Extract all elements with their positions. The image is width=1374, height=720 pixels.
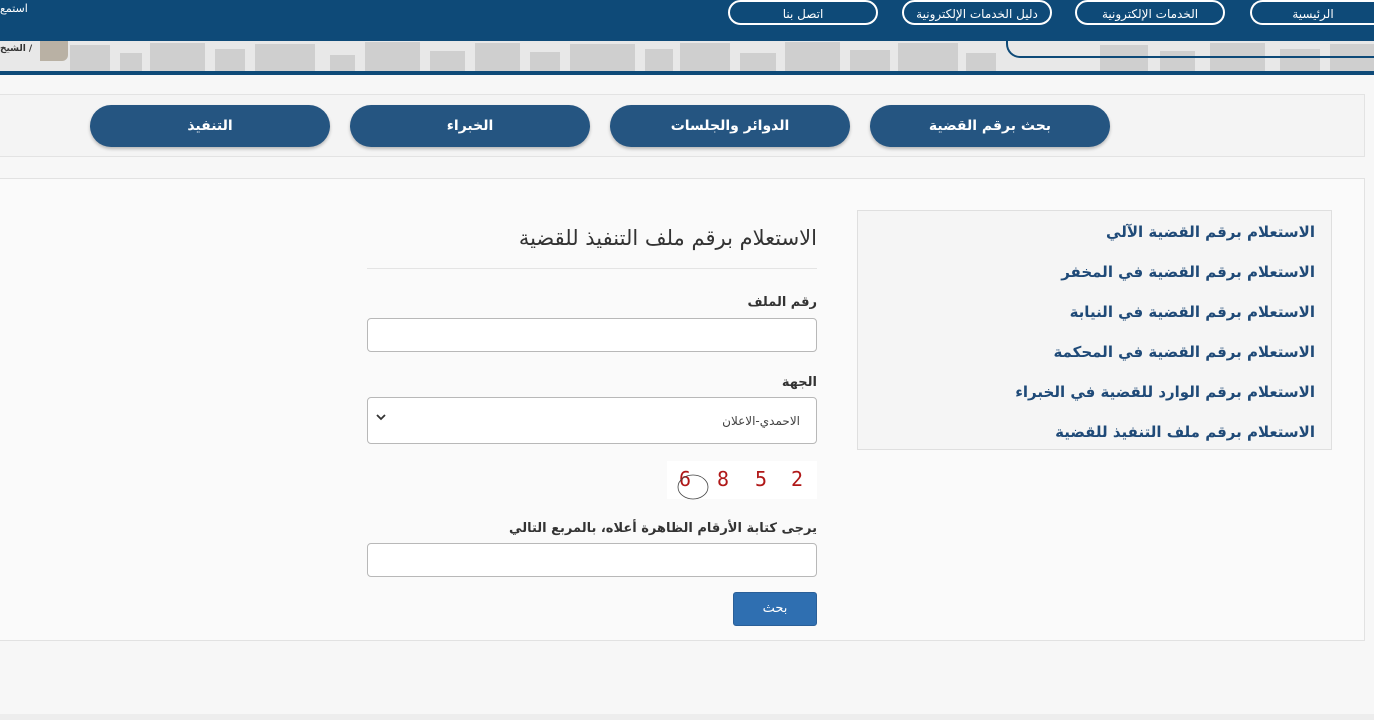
captcha-digit: 2 — [791, 467, 804, 491]
nav-e-services[interactable]: الخدمات الإلكترونية — [1075, 0, 1225, 25]
captcha-label: يرجى كتابة الأرقام الظاهرة أعلاه، بالمرب… — [509, 521, 817, 536]
tab-experts[interactable]: الخبراء — [350, 105, 590, 147]
captcha-noise — [677, 474, 709, 500]
nav-home[interactable]: الرئيسية — [1250, 0, 1374, 25]
captcha-digit: 5 — [755, 467, 768, 491]
authority-label: الجهة — [781, 375, 817, 390]
footer-strip — [0, 714, 1374, 720]
file-number-input[interactable] — [367, 318, 817, 352]
link-experts-incoming[interactable]: الاستعلام برقم الوارد للقضية في الخبراء — [1015, 383, 1315, 401]
banner-image — [40, 41, 68, 61]
header-divider — [0, 71, 1374, 75]
search-button[interactable]: بحث — [733, 592, 817, 626]
link-auto-case-number[interactable]: الاستعلام برقم القضية الآلي — [1106, 223, 1315, 241]
link-prosecution[interactable]: الاستعلام برقم القضية في النيابة — [1070, 303, 1315, 321]
link-police-station[interactable]: الاستعلام برقم القضية في المخفر — [1061, 263, 1315, 281]
inquiry-menu: الاستعلام برقم القضية الآلي الاستعلام بر… — [857, 210, 1332, 450]
link-court[interactable]: الاستعلام برقم القضية في المحكمة — [1053, 343, 1315, 361]
nav-contact-us[interactable]: اتصل بنا — [728, 0, 878, 25]
tab-search-by-case-number[interactable]: بحث برقم القضية — [870, 105, 1110, 147]
authority-selected-value: الاحمدي-الاعلان — [722, 414, 800, 428]
authority-select[interactable]: الاحمدي-الاعلان — [367, 397, 817, 444]
listen-button[interactable]: استمع — [0, 2, 28, 15]
chevron-down-icon — [376, 414, 386, 421]
breadcrumb[interactable]: الشيخ / — [0, 44, 32, 54]
tab-execution[interactable]: التنفيذ — [90, 105, 330, 147]
captcha-image: 6 8 5 2 — [667, 461, 817, 500]
file-number-label: رقم الملف — [747, 295, 817, 310]
header-search-box[interactable] — [1006, 30, 1374, 58]
nav-e-services-guide[interactable]: دليل الخدمات الإلكترونية — [902, 0, 1052, 25]
tab-circuits-sessions[interactable]: الدوائر والجلسات — [610, 105, 850, 147]
captcha-input[interactable] — [367, 543, 817, 577]
divider — [367, 268, 817, 269]
link-execution-file[interactable]: الاستعلام برقم ملف التنفيذ للقضية — [1055, 423, 1315, 441]
captcha-digit: 8 — [717, 467, 730, 491]
form-title: الاستعلام برقم ملف التنفيذ للقضية — [518, 226, 817, 250]
